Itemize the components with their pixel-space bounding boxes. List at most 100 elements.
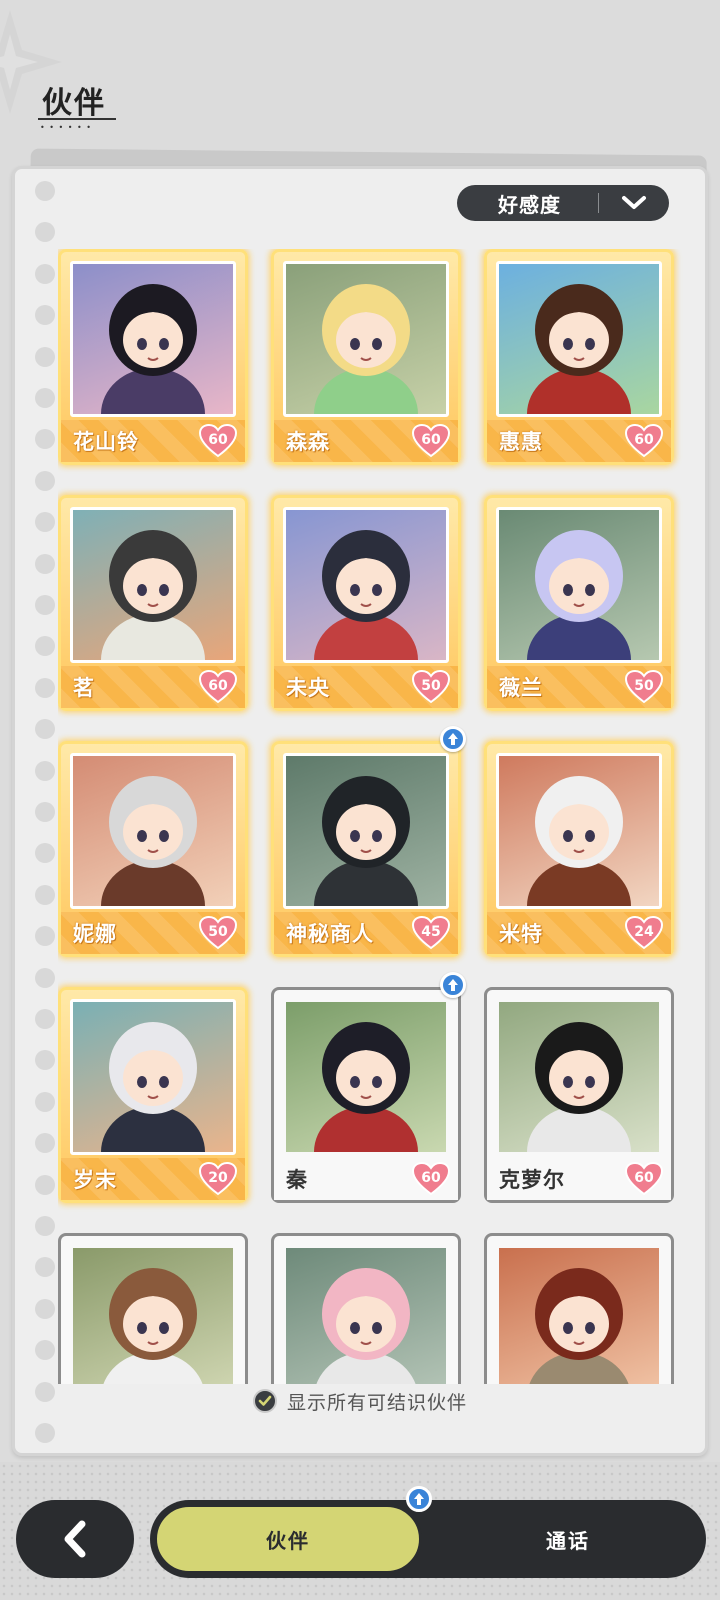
chevron-down-icon <box>599 195 669 211</box>
companion-card[interactable] <box>484 1233 674 1384</box>
companion-portrait <box>70 1245 236 1384</box>
binder-hole <box>35 677 55 698</box>
companion-card[interactable] <box>271 1233 461 1384</box>
companion-card[interactable]: 克萝尔 60 <box>484 987 674 1203</box>
binder-hole <box>35 429 55 450</box>
tab-companions[interactable]: 伙伴 <box>154 1504 422 1574</box>
binder-hole <box>35 926 55 947</box>
binder-hole <box>35 967 55 988</box>
show-all-filter-label: 显示所有可结识伙伴 <box>286 1391 467 1414</box>
binder-hole <box>35 1257 55 1278</box>
companion-card[interactable] <box>58 1233 248 1384</box>
affinity-heart-icon: 60 <box>412 424 450 458</box>
binder-hole <box>35 1298 55 1319</box>
companion-name-bar: 未央 50 <box>274 666 458 708</box>
companion-notebook-panel: 好感度 花山铃 60 森森 60 惠惠 60 茗 60 未央 50 薇兰 50 妮娜 50 神秘商人 45 米特… <box>12 166 708 1456</box>
companion-name: 惠惠 <box>499 430 543 454</box>
affinity-heart-icon: 60 <box>199 424 237 458</box>
title-dots-decoration: • • • • • • <box>40 123 93 132</box>
affinity-heart-icon: 60 <box>412 1162 450 1196</box>
checkmark-icon[interactable] <box>252 1389 277 1413</box>
companion-card[interactable]: 未央 50 <box>271 495 461 711</box>
affinity-heart-icon: 50 <box>625 670 663 704</box>
binder-hole <box>35 595 55 615</box>
companion-name-bar: 克萝尔 60 <box>487 1158 671 1200</box>
companion-card[interactable]: 米特 24 <box>484 741 674 957</box>
affinity-value: 50 <box>208 924 228 940</box>
affinity-heart-icon: 50 <box>199 916 237 950</box>
companion-card[interactable]: 秦 60 <box>271 972 466 1203</box>
companion-card[interactable]: 岁末 20 <box>58 987 248 1203</box>
page-title: 伙伴 <box>42 86 106 121</box>
companion-portrait <box>496 507 662 663</box>
chevron-left-icon <box>64 1520 86 1558</box>
companion-card[interactable]: 茗 60 <box>58 495 248 711</box>
binder-hole <box>35 305 55 326</box>
binder-hole <box>35 470 55 491</box>
binder-hole <box>35 1340 55 1361</box>
affinity-value: 50 <box>421 678 441 694</box>
tab-calls[interactable]: 通话 <box>440 1504 696 1574</box>
binder-hole <box>35 1174 55 1195</box>
companion-card[interactable]: 花山铃 60 <box>58 249 248 465</box>
tab-bar: 伙伴 通话 <box>150 1486 706 1578</box>
companion-card[interactable]: 妮娜 50 <box>58 741 248 957</box>
companion-grid[interactable]: 花山铃 60 森森 60 惠惠 60 茗 60 未央 50 薇兰 50 妮娜 50 神秘商人 45 米特 24 岁末… <box>58 249 690 1384</box>
sort-dropdown[interactable]: 好感度 <box>457 185 669 221</box>
affinity-value: 45 <box>421 924 441 940</box>
companion-name: 神秘商人 <box>286 922 374 946</box>
companion-name-bar: 薇兰 50 <box>487 666 671 708</box>
affinity-value: 24 <box>634 924 654 940</box>
companion-portrait <box>70 999 236 1155</box>
binder-hole <box>35 346 55 367</box>
companion-name: 妮娜 <box>73 922 117 946</box>
binder-hole <box>35 760 55 781</box>
affinity-value: 20 <box>208 1170 228 1186</box>
companion-name-bar: 岁末 20 <box>61 1158 245 1200</box>
companion-name-bar: 茗 60 <box>61 666 245 708</box>
affinity-heart-icon: 60 <box>625 1162 663 1196</box>
binder-hole <box>35 1133 55 1154</box>
binder-hole <box>35 512 55 533</box>
affinity-heart-icon: 60 <box>625 424 663 458</box>
affinity-value: 50 <box>634 678 654 694</box>
companion-name: 克萝尔 <box>499 1168 565 1192</box>
companion-name: 茗 <box>73 676 95 700</box>
companion-card[interactable]: 惠惠 60 <box>484 249 674 465</box>
affinity-value: 60 <box>421 432 441 448</box>
companion-portrait <box>70 507 236 663</box>
binder-hole <box>35 1091 55 1112</box>
show-all-filter[interactable]: 显示所有可结识伙伴 <box>15 1381 705 1421</box>
companion-portrait <box>283 261 449 417</box>
binder-hole <box>35 222 55 243</box>
companion-name: 秦 <box>286 1168 308 1192</box>
companion-portrait <box>70 753 236 909</box>
back-button[interactable] <box>16 1500 134 1578</box>
binder-hole <box>35 843 55 864</box>
companion-card[interactable]: 森森 60 <box>271 249 461 465</box>
companion-card[interactable]: 薇兰 50 <box>484 495 674 711</box>
companion-card[interactable]: 神秘商人 45 <box>271 726 466 957</box>
companion-name-bar: 秦 60 <box>274 1158 458 1200</box>
binder-hole <box>35 1050 55 1071</box>
sort-label: 好感度 <box>498 192 561 217</box>
binder-hole <box>35 802 55 822</box>
companion-name: 未央 <box>286 676 330 700</box>
title-underline <box>38 118 116 120</box>
companion-name: 薇兰 <box>499 676 543 700</box>
binder-hole <box>35 884 55 905</box>
companion-portrait <box>496 1245 662 1384</box>
companion-name: 森森 <box>286 430 330 454</box>
affinity-value: 60 <box>634 1170 654 1186</box>
binder-hole <box>35 719 55 740</box>
affinity-value: 60 <box>634 432 654 448</box>
companion-name-bar: 米特 24 <box>487 912 671 954</box>
binder-hole <box>35 1423 55 1443</box>
binder-hole <box>35 181 55 201</box>
companion-name: 岁末 <box>73 1168 117 1192</box>
companion-name-bar: 妮娜 50 <box>61 912 245 954</box>
arrow-up-badge-icon <box>406 1486 432 1512</box>
binder-hole <box>35 1216 55 1236</box>
affinity-heart-icon: 45 <box>412 916 450 950</box>
arrow-up-badge-icon <box>440 726 466 752</box>
